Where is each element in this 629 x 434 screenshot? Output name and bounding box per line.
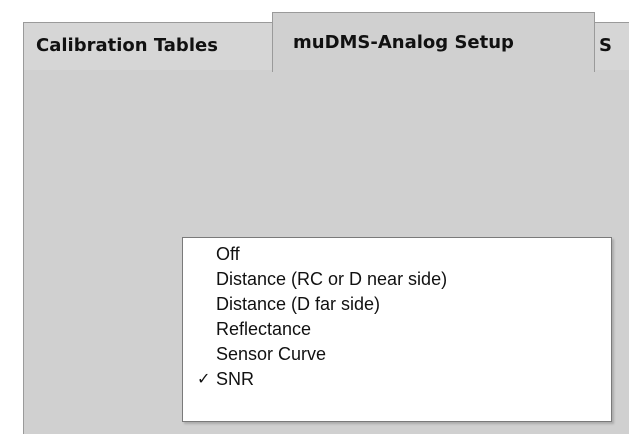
menu-item-label: Off xyxy=(216,244,240,264)
menu-item-distance-rc-or-d-near-side[interactable]: Distance (RC or D near side) xyxy=(183,267,611,292)
tab-calibration-tables[interactable]: Calibration Tables xyxy=(23,22,273,70)
tab-label: S xyxy=(599,35,612,56)
menu-item-reflectance[interactable]: Reflectance xyxy=(183,317,611,342)
menu-item-label: Distance (D far side) xyxy=(216,294,381,314)
window: Calibration Tables muDMS-Analog Setup S … xyxy=(0,0,629,434)
tab-label: Calibration Tables xyxy=(36,35,218,56)
check-icon: ✓ xyxy=(197,371,211,388)
menu-item-label: SNR xyxy=(216,369,255,389)
menu-item-sensor-curve[interactable]: Sensor Curve xyxy=(183,342,611,367)
menu-item-label: Sensor Curve xyxy=(216,344,327,364)
analog-output-options: Off Distance (RC or D near side) Distanc… xyxy=(183,238,611,392)
tab-mudms-analog-setup[interactable]: muDMS-Analog Setup xyxy=(272,12,595,72)
tab-strip: Calibration Tables muDMS-Analog Setup S xyxy=(0,0,629,72)
menu-item-label: Reflectance xyxy=(216,319,312,339)
menu-item-label: Distance (RC or D near side) xyxy=(216,269,448,289)
menu-item-distance-d-far-side[interactable]: Distance (D far side) xyxy=(183,292,611,317)
menu-item-off[interactable]: Off xyxy=(183,242,611,267)
menu-item-snr[interactable]: ✓ SNR xyxy=(183,367,611,392)
tab-label: muDMS-Analog Setup xyxy=(293,32,514,53)
tab-next-partial[interactable]: S xyxy=(594,22,629,70)
analog-output-dropdown-menu[interactable]: Off Distance (RC or D near side) Distanc… xyxy=(182,237,612,422)
